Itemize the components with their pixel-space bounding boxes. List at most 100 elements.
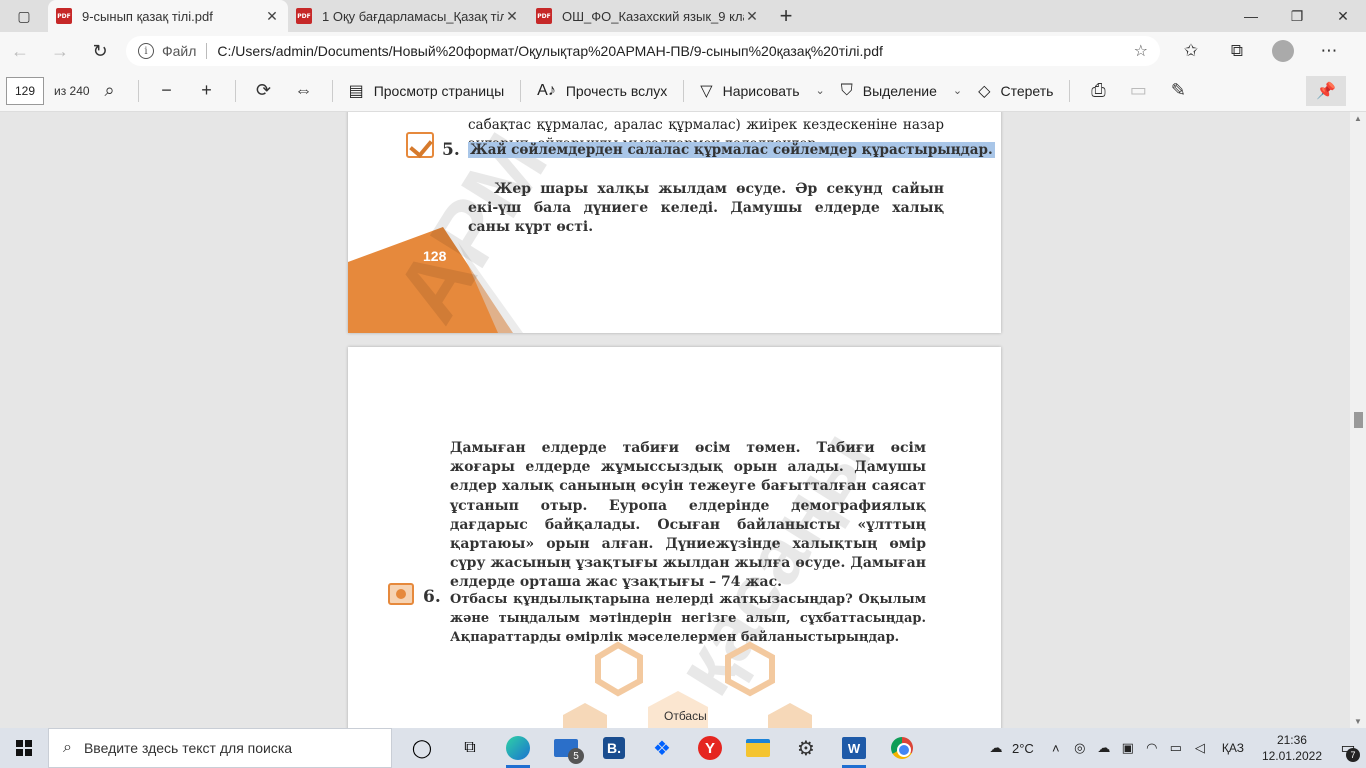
- camera-icon[interactable]: ◎: [1068, 740, 1092, 756]
- chevron-up-icon[interactable]: ˄: [1044, 741, 1068, 756]
- volume-icon[interactable]: ◁: [1188, 740, 1212, 756]
- tab-assessment[interactable]: PDF ОШ_ФО_Казахский язык_9 клас ✕: [528, 0, 768, 32]
- notification-center[interactable]: ▭ 7: [1330, 728, 1366, 768]
- highlight-label: Выделение: [862, 82, 937, 99]
- file-explorer-app[interactable]: [734, 728, 782, 768]
- collections-icon[interactable]: ⧉: [1214, 35, 1260, 67]
- eraser-icon: ◇: [978, 82, 991, 100]
- page-view-button[interactable]: ▤ Просмотр страницы: [341, 75, 513, 107]
- erase-label: Стереть: [1000, 82, 1054, 99]
- task-text-highlighted: Жай сөйлемдерден салалас құрмалас сөйлем…: [468, 142, 995, 158]
- temperature[interactable]: 2°C: [1012, 741, 1034, 756]
- address-bar: ← → ↻ i Файл C:/Users/admin/Documents/Но…: [0, 32, 1366, 70]
- divider: [331, 79, 333, 102]
- tab-title: 9-сынып қазақ тілі.pdf: [82, 8, 213, 24]
- dropbox-app[interactable]: ❖: [638, 728, 686, 768]
- pdf-toolbar: 129 из 240 ⌕ − + ⟳ ⇔ ▤ Просмотр страницы…: [0, 70, 1366, 112]
- clock[interactable]: 21:36 12.01.2022: [1262, 732, 1322, 764]
- settings-app[interactable]: ⚙: [782, 728, 830, 768]
- refresh-icon[interactable]: ↻: [80, 35, 120, 67]
- draw-label: Нарисовать: [722, 82, 800, 99]
- time: 21:36: [1276, 733, 1307, 747]
- pen-icon: ▽: [700, 82, 713, 100]
- url-text[interactable]: C:/Users/admin/Documents/Новый%20формат/…: [217, 43, 1133, 59]
- language-indicator[interactable]: ҚАЗ: [1222, 741, 1244, 755]
- page-number-input[interactable]: 129: [6, 76, 44, 105]
- divider: [206, 43, 208, 59]
- network-icon[interactable]: ◠: [1140, 740, 1164, 756]
- chevron-down-icon[interactable]: ⌄: [816, 84, 825, 97]
- vertical-scrollbar[interactable]: ▲ ▼: [1350, 112, 1366, 728]
- edge-app[interactable]: [494, 728, 542, 768]
- scroll-up-icon[interactable]: ▲: [1354, 114, 1362, 123]
- date: 12.01.2022: [1261, 749, 1322, 763]
- chevron-down-icon[interactable]: ⌄: [953, 84, 962, 97]
- pin-toolbar-icon[interactable]: 📌: [1306, 76, 1346, 106]
- page-number: 128: [423, 248, 447, 264]
- scrollbar-thumb[interactable]: [1354, 412, 1363, 428]
- divider: [137, 79, 139, 102]
- scroll-down-icon[interactable]: ▼: [1354, 717, 1362, 726]
- battery-icon[interactable]: ▭: [1164, 740, 1188, 756]
- save-icon[interactable]: ▭: [1118, 75, 1158, 107]
- read-aloud-label: Прочесть вслух: [565, 82, 668, 99]
- windows-taskbar: ⌕ Введите здесь текст для поиска ◯ ⧉ 5 B…: [0, 728, 1366, 768]
- new-tab-button[interactable]: +: [768, 0, 804, 32]
- tab-actions-icon[interactable]: ▢: [0, 0, 48, 32]
- divider: [1069, 79, 1071, 102]
- cortana-icon[interactable]: ◯: [398, 728, 446, 768]
- more-menu-icon[interactable]: ⋯: [1306, 35, 1352, 67]
- task-number: 6.: [423, 587, 441, 607]
- zoom-in-icon[interactable]: +: [187, 75, 227, 107]
- security-icon[interactable]: ▣: [1116, 740, 1140, 756]
- close-icon[interactable]: ✕: [504, 8, 520, 25]
- task-view-icon[interactable]: ⧉: [446, 728, 494, 768]
- close-icon[interactable]: ✕: [264, 8, 280, 25]
- print-icon[interactable]: ⎙: [1078, 75, 1118, 107]
- pdf-page-128: АРМ сабақтас құрмалас, аралас құрмалас) …: [348, 112, 1001, 333]
- avatar[interactable]: [1272, 40, 1294, 62]
- add-favorite-icon[interactable]: ☆: [1134, 41, 1148, 61]
- chrome-icon: [891, 737, 913, 759]
- taskbar-search[interactable]: ⌕ Введите здесь текст для поиска: [48, 728, 392, 768]
- start-button[interactable]: [0, 728, 48, 768]
- restore-icon[interactable]: ❐: [1274, 0, 1320, 32]
- save-as-icon[interactable]: ✎: [1158, 75, 1198, 107]
- pdf-file-icon: PDF: [296, 8, 312, 24]
- minimize-icon[interactable]: —: [1228, 0, 1274, 32]
- close-window-icon[interactable]: ✕: [1320, 0, 1366, 32]
- graphic-label: Отбасы: [664, 709, 707, 723]
- zoom-out-icon[interactable]: −: [147, 75, 187, 107]
- forward-icon[interactable]: →: [40, 35, 80, 67]
- weather-icon[interactable]: ☁: [984, 740, 1008, 756]
- divider: [683, 79, 685, 102]
- yandex-app[interactable]: Y: [686, 728, 734, 768]
- pdf-document-area[interactable]: АРМ сабақтас құрмалас, аралас құрмалас) …: [0, 112, 1350, 728]
- word-app[interactable]: W: [830, 728, 878, 768]
- draw-button[interactable]: ▽ Нарисовать ⌄: [692, 75, 832, 107]
- tab-program[interactable]: PDF 1 Оқу бағдарламасы_Қазақ тілі ✕: [288, 0, 528, 32]
- close-icon[interactable]: ✕: [744, 8, 760, 25]
- folder-icon: [746, 739, 770, 757]
- window-controls: — ❐ ✕: [1228, 0, 1366, 32]
- read-aloud-button[interactable]: A♪ Прочесть вслух: [529, 75, 675, 107]
- erase-button[interactable]: ◇ Стереть: [970, 75, 1061, 107]
- fit-page-icon[interactable]: ⇔: [284, 75, 324, 107]
- highlight-button[interactable]: ⛉ Выделение ⌄: [833, 75, 970, 107]
- file-label: Файл: [162, 43, 197, 59]
- highlighter-icon: ⛉: [840, 81, 853, 99]
- pdf-page-129: қасаңы Дамыған елдерде табиғи өсім төмен…: [348, 347, 1001, 728]
- onedrive-icon[interactable]: ☁: [1092, 740, 1116, 756]
- tab-pdf-active[interactable]: PDF 9-сынып қазақ тілі.pdf ✕: [48, 0, 288, 32]
- search-icon: ⌕: [63, 739, 72, 756]
- back-icon[interactable]: ←: [0, 35, 40, 67]
- discussion-task-icon: [388, 583, 414, 605]
- favorites-icon[interactable]: ✩: [1168, 35, 1214, 67]
- rotate-icon[interactable]: ⟳: [244, 75, 284, 107]
- mail-app[interactable]: 5: [542, 728, 590, 768]
- url-field[interactable]: i Файл C:/Users/admin/Documents/Новый%20…: [126, 36, 1160, 66]
- search-icon[interactable]: ⌕: [90, 75, 130, 107]
- booking-app[interactable]: B.: [590, 728, 638, 768]
- chrome-app[interactable]: [878, 728, 926, 768]
- info-icon[interactable]: i: [138, 43, 154, 59]
